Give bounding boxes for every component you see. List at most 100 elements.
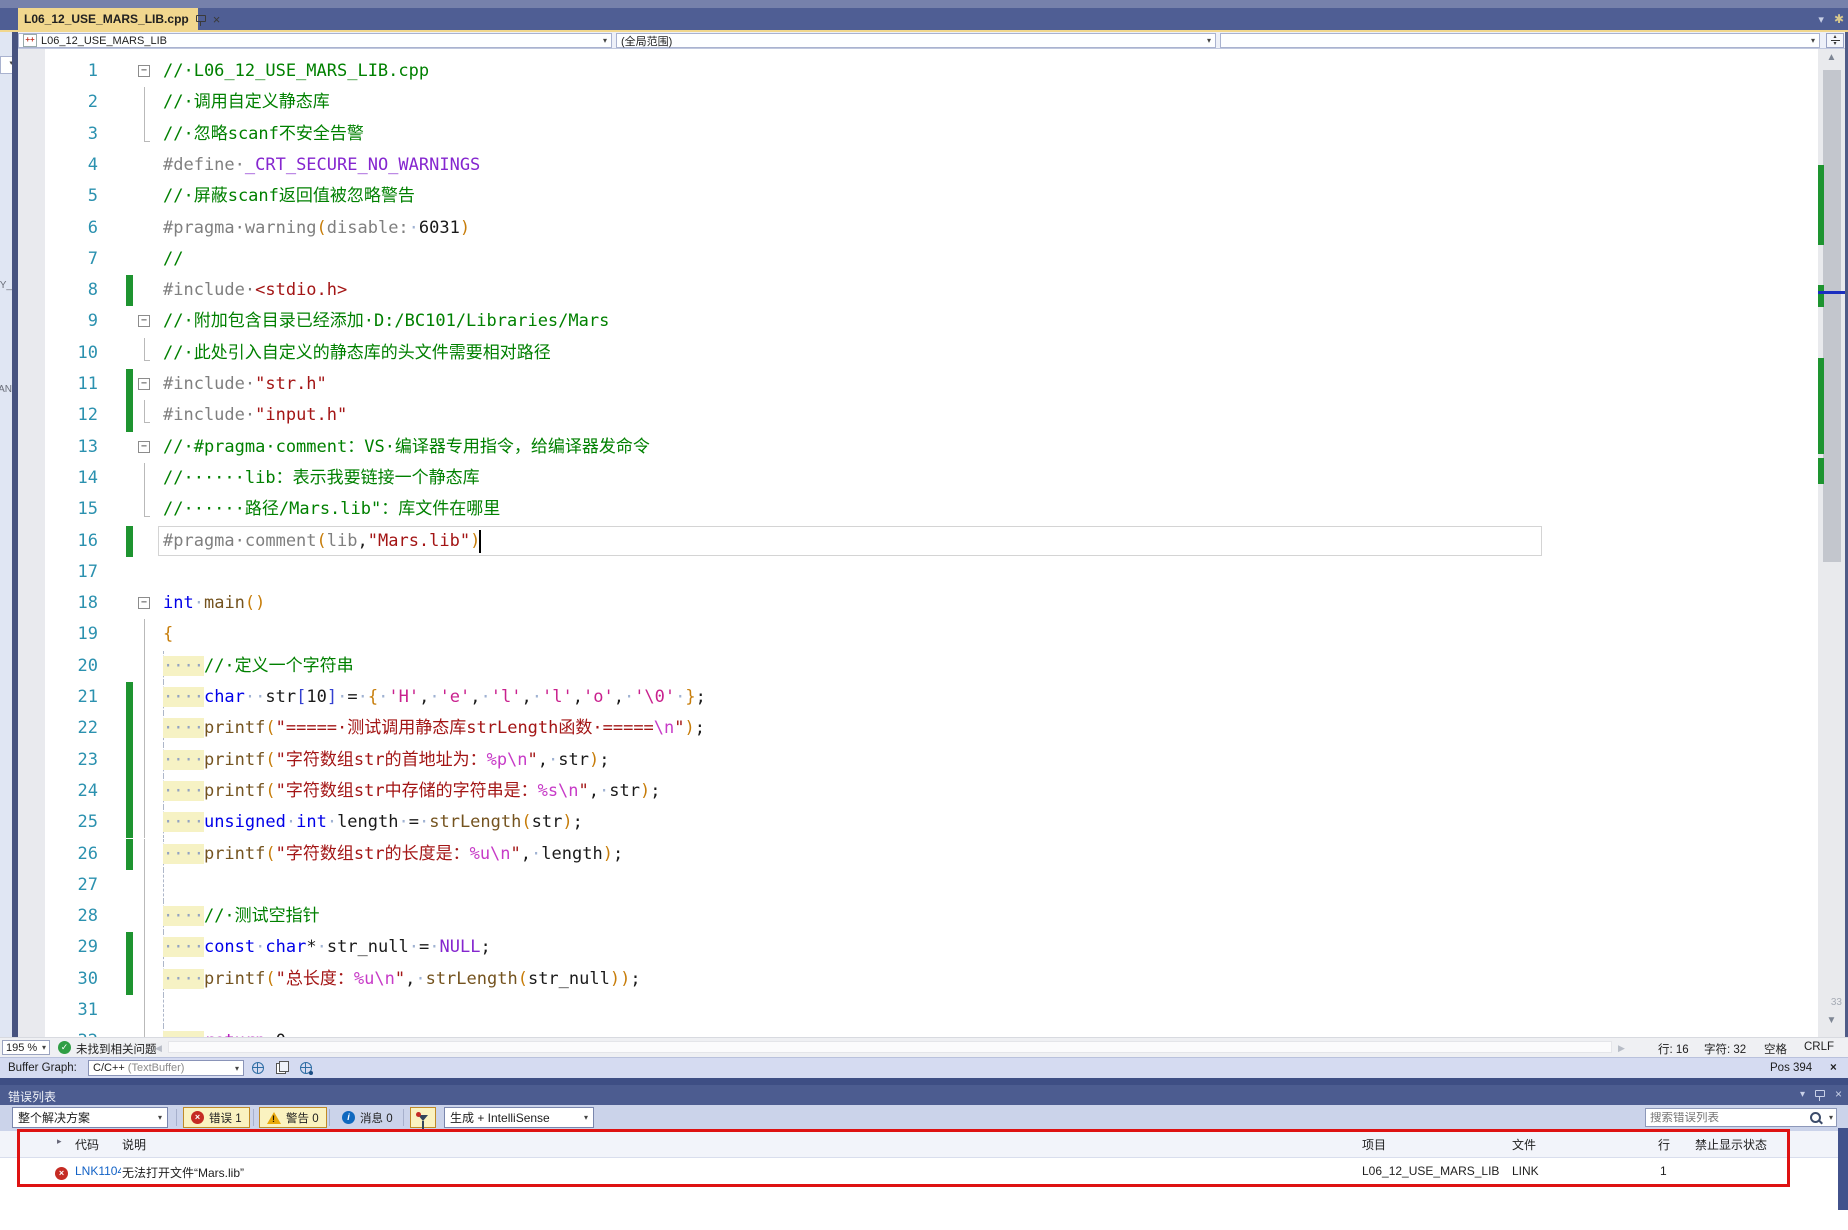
line-number[interactable]: 6 <box>18 213 98 244</box>
close-icon[interactable]: × <box>1835 1087 1842 1101</box>
line-number[interactable]: 1 <box>18 56 98 87</box>
member-scope-dropdown[interactable]: ▾ <box>1220 33 1820 48</box>
scrollbar-up-icon[interactable]: ▲ <box>1818 52 1845 63</box>
line-number[interactable]: 17 <box>18 557 98 588</box>
code-text[interactable]: int·main() <box>163 588 265 619</box>
editor-vertical-scrollbar[interactable]: ▲ 33 ▼ <box>1818 49 1845 1037</box>
code-text[interactable]: //·调用自定义静态库 <box>163 87 330 118</box>
code-text[interactable]: #pragma·comment(lib,"Mars.lib") <box>163 526 480 557</box>
filter-button[interactable] <box>410 1107 436 1128</box>
code-line[interactable]: 17 <box>18 557 1818 588</box>
line-number[interactable]: 10 <box>18 338 98 369</box>
type-scope-dropdown[interactable]: (全局范围) ▾ <box>616 33 1216 48</box>
line-number[interactable]: 13 <box>18 432 98 463</box>
line-number[interactable]: 8 <box>18 275 98 306</box>
source-filter-dropdown[interactable]: 生成 + IntelliSense ▾ <box>444 1107 594 1128</box>
errors-filter-button[interactable]: × 错误 1 <box>183 1107 250 1128</box>
code-text[interactable]: #include·<stdio.h> <box>163 275 347 306</box>
code-line[interactable]: 8 #include·<stdio.h> <box>18 275 1818 306</box>
tab-list-chevron-icon[interactable]: ▾ <box>1818 13 1824 26</box>
code-line[interactable]: 28····//·测试空指针 <box>18 901 1818 932</box>
scope-filter-dropdown[interactable]: 整个解决方案 ▾ <box>12 1107 168 1128</box>
line-number[interactable]: 3 <box>18 119 98 150</box>
code-text[interactable]: ····printf("字符数组str中存储的字符串是：%s\n",·str); <box>163 776 661 807</box>
code-text[interactable]: #define·_CRT_SECURE_NO_WARNINGS <box>163 150 480 181</box>
code-line[interactable]: 24 ····printf("字符数组str中存储的字符串是：%s\n",·str… <box>18 776 1818 807</box>
code-line[interactable]: 29 ····const·char*·str_null·=·NULL; <box>18 932 1818 963</box>
line-number[interactable]: 4 <box>18 150 98 181</box>
code-line[interactable]: 13−//·#pragma·comment：VS·编译器专用指令，给编译器发命令 <box>18 432 1818 463</box>
line-number[interactable]: 15 <box>18 494 98 525</box>
code-line[interactable]: 23 ····printf("字符数组str的首地址为：%p\n",·str); <box>18 745 1818 776</box>
scrollbar-down-icon[interactable]: ▼ <box>1818 1015 1845 1026</box>
pin-icon[interactable] <box>196 14 206 25</box>
line-number[interactable]: 23 <box>18 745 98 776</box>
line-number[interactable]: 21 <box>18 682 98 713</box>
pin-icon[interactable] <box>1815 1089 1825 1100</box>
code-line[interactable]: 7 // <box>18 244 1818 275</box>
line-number[interactable]: 18 <box>18 588 98 619</box>
code-text[interactable]: ····//·测试空指针 <box>163 901 320 932</box>
editor-horizontal-scrollbar[interactable] <box>168 1041 1612 1053</box>
globe-dot-icon[interactable] <box>300 1062 312 1074</box>
code-text[interactable]: { <box>163 619 173 650</box>
warnings-filter-button[interactable]: 警告 0 <box>259 1107 327 1128</box>
code-line[interactable]: 9−//·附加包含目录已经添加·D:/BC101/Libraries/Mars <box>18 306 1818 337</box>
code-text[interactable]: ····const·char*·str_null·=·NULL; <box>163 932 491 963</box>
close-icon[interactable]: × <box>1830 1062 1837 1074</box>
code-text[interactable]: #include·"str.h" <box>163 369 327 400</box>
panel-top-border[interactable] <box>0 1078 1848 1085</box>
code-line[interactable]: 2 //·调用自定义静态库 <box>18 87 1818 118</box>
code-line[interactable]: 4 #define·_CRT_SECURE_NO_WARNINGS <box>18 150 1818 181</box>
document-health-icon[interactable]: ✓ <box>58 1041 71 1054</box>
code-text[interactable]: ····//·定义一个字符串 <box>163 651 354 682</box>
line-number[interactable]: 26 <box>18 839 98 870</box>
copy-pages-icon[interactable] <box>276 1063 286 1074</box>
line-number[interactable]: 19 <box>18 619 98 650</box>
close-icon[interactable]: × <box>213 14 221 25</box>
code-line[interactable]: 32····return·0; <box>18 1026 1818 1037</box>
error-search-input[interactable] <box>1646 1112 1810 1124</box>
code-text[interactable]: //·忽略scanf不安全告警 <box>163 119 364 150</box>
zoom-level-dropdown[interactable]: 195 % ▾ <box>2 1040 50 1055</box>
line-number[interactable]: 14 <box>18 463 98 494</box>
code-line[interactable]: 5//·屏蔽scanf返回值被忽略警告 <box>18 181 1818 212</box>
messages-filter-button[interactable]: i 消息 0 <box>335 1107 400 1128</box>
code-text[interactable]: //······lib：表示我要链接一个静态库 <box>163 463 480 494</box>
line-number[interactable]: 31 <box>18 995 98 1026</box>
code-text[interactable]: ····printf("字符数组str的首地址为：%p\n",·str); <box>163 745 610 776</box>
line-number[interactable]: 12 <box>18 400 98 431</box>
code-text[interactable]: //·附加包含目录已经添加·D:/BC101/Libraries/Mars <box>163 306 609 337</box>
split-window-button[interactable]: ▴▾ <box>1826 33 1844 48</box>
code-editor[interactable]: 1−//·L06_12_USE_MARS_LIB.cpp2//·调用自定义静态库… <box>18 49 1818 1037</box>
code-text[interactable]: // <box>163 244 183 275</box>
line-number[interactable]: 7 <box>18 244 98 275</box>
search-icon[interactable] <box>1810 1112 1821 1123</box>
code-line[interactable]: 21····char··str[10]·=·{·'H',·'e',·'l',·'… <box>18 682 1818 713</box>
line-number[interactable]: 20 <box>18 651 98 682</box>
line-number[interactable]: 2 <box>18 87 98 118</box>
code-line[interactable]: 18−int·main() <box>18 588 1818 619</box>
project-scope-dropdown[interactable]: ++ L06_12_USE_MARS_LIB ▾ <box>18 33 612 48</box>
chevron-down-icon[interactable]: ▾ <box>1829 1113 1833 1122</box>
buffer-type-dropdown[interactable]: C/C++ (TextBuffer) ▾ <box>88 1060 244 1076</box>
globe-icon[interactable] <box>252 1062 264 1074</box>
line-number[interactable]: 11 <box>18 369 98 400</box>
line-number[interactable]: 22 <box>18 713 98 744</box>
code-line[interactable]: 15//······路径/Mars.lib"：库文件在哪里 <box>18 494 1818 525</box>
line-number[interactable]: 27 <box>18 870 98 901</box>
code-line[interactable]: 6#pragma·warning(disable:·6031) <box>18 213 1818 244</box>
line-number[interactable]: 29 <box>18 932 98 963</box>
code-text[interactable]: //·此处引入自定义的静态库的头文件需要相对路径 <box>163 338 551 369</box>
line-number[interactable]: 24 <box>18 776 98 807</box>
code-line[interactable]: 12#include·"input.h" <box>18 400 1818 431</box>
error-search-box[interactable]: ▾ <box>1645 1108 1837 1127</box>
fold-toggle-icon[interactable]: − <box>138 378 150 390</box>
error-list-title-bar[interactable]: 错误列表 ▾ × <box>0 1085 1848 1105</box>
line-number[interactable]: 5 <box>18 181 98 212</box>
code-text[interactable]: ····printf("总长度：%u\n",·strLength(str_nul… <box>163 964 641 995</box>
code-line[interactable]: 31 <box>18 995 1818 1026</box>
code-line[interactable]: 11 − #include·"str.h" <box>18 369 1818 400</box>
code-text[interactable]: ····return·0; <box>163 1026 296 1037</box>
scrollbar-thumb[interactable] <box>1823 70 1841 562</box>
